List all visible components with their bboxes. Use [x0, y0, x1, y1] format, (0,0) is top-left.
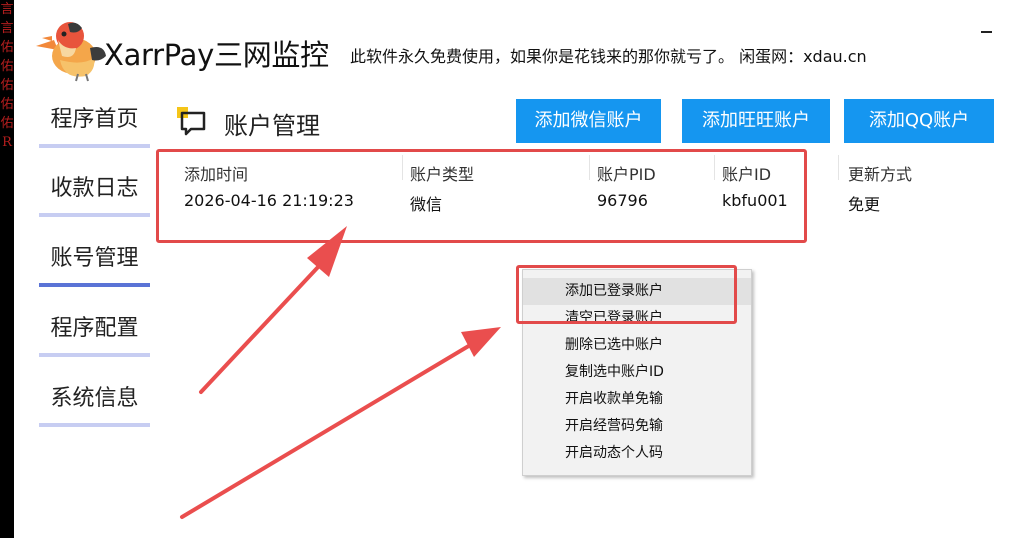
add-wangwang-account-button[interactable]: 添加旺旺账户 [682, 99, 830, 143]
chat-bubble-icon [177, 107, 206, 136]
column-header-account-type[interactable]: 账户类型 [410, 161, 474, 185]
menu-item-enable-receipt-no-input[interactable]: 开启收款单免输 [523, 386, 751, 413]
section-title: 账户管理 [224, 112, 320, 140]
column-header-add-time[interactable]: 添加时间 [184, 161, 248, 185]
column-separator [714, 155, 715, 180]
nav-item-label: 收款日志 [50, 176, 139, 201]
app-title: XarrPay三网监控 [104, 38, 329, 72]
nav-item-underline [39, 423, 150, 427]
cell-account-type: 微信 [410, 195, 443, 214]
cell-account-pid: 96796 [597, 191, 648, 210]
background-window-strip: 言 言 佑 佑 佑 佑 佑 R [0, 0, 14, 538]
column-separator [838, 155, 839, 180]
app-window: XarrPay三网监控 此软件永久免费使用，如果你是花钱来的那你就亏了。 闲蛋网… [14, 0, 1011, 538]
background-glyph: 言 [0, 21, 14, 36]
add-qq-account-button[interactable]: 添加QQ账户 [844, 99, 994, 143]
column-separator [589, 155, 590, 180]
annotation-arrow-up-to-menu [180, 327, 501, 519]
cell-add-time: 2026-04-16 21:19:23 [184, 191, 354, 210]
menu-item-enable-business-code-no-input[interactable]: 开启经营码免输 [523, 413, 751, 440]
background-glyph: 佑 [0, 40, 14, 55]
menu-item-copy-selected-account-id[interactable]: 复制选中账户ID [523, 359, 751, 386]
column-header-account-pid[interactable]: 账户PID [597, 161, 656, 185]
nav-item-underline [39, 353, 150, 357]
menu-item-enable-dynamic-personal-code[interactable]: 开启动态个人码 [523, 440, 751, 467]
context-menu: 添加已登录账户 清空已登录账户 删除已选中账户 复制选中账户ID 开启收款单免输… [522, 269, 752, 476]
nav-item-underline-active [39, 283, 150, 287]
annotation-arrows [180, 226, 501, 519]
add-wechat-account-button[interactable]: 添加微信账户 [516, 99, 661, 143]
nav-item-label: 程序配置 [50, 316, 139, 341]
nav-item-home[interactable]: 程序首页 [39, 100, 150, 148]
nav-item-program-config[interactable]: 程序配置 [39, 309, 150, 357]
nav-item-label: 账号管理 [50, 246, 139, 271]
background-glyph: 佑 [0, 116, 14, 131]
column-header-account-id[interactable]: 账户ID [722, 161, 771, 185]
minimize-button[interactable] [976, 14, 1002, 40]
background-glyph: 佑 [0, 97, 14, 112]
nav-item-payment-log[interactable]: 收款日志 [39, 169, 150, 217]
background-glyph: 言 [0, 2, 14, 17]
menu-item-delete-selected-account[interactable]: 删除已选中账户 [523, 332, 751, 359]
cell-update-mode: 免更 [848, 195, 881, 214]
nav-item-system-info[interactable]: 系统信息 [39, 379, 150, 427]
background-glyph: 佑 [0, 78, 14, 93]
nav-item-label: 系统信息 [50, 386, 139, 411]
menu-item-clear-logged-in-accounts[interactable]: 清空已登录账户 [523, 305, 751, 332]
nav-item-label: 程序首页 [50, 107, 139, 132]
annotation-arrow-up-to-table [199, 226, 347, 394]
nav-item-account-management[interactable]: 账号管理 [39, 239, 150, 287]
column-separator [402, 155, 403, 180]
cell-account-id: kbfu001 [722, 191, 788, 210]
nav-item-underline [39, 213, 150, 217]
app-subtitle: 此软件永久免费使用，如果你是花钱来的那你就亏了。 闲蛋网：xdau.cn [350, 47, 867, 66]
nav-item-underline [39, 144, 150, 148]
bird-logo-icon [36, 22, 106, 82]
background-glyph: R [2, 135, 12, 150]
background-glyph: 佑 [0, 59, 14, 74]
column-header-update-mode[interactable]: 更新方式 [848, 161, 912, 185]
menu-item-add-logged-in-account[interactable]: 添加已登录账户 [523, 278, 751, 305]
